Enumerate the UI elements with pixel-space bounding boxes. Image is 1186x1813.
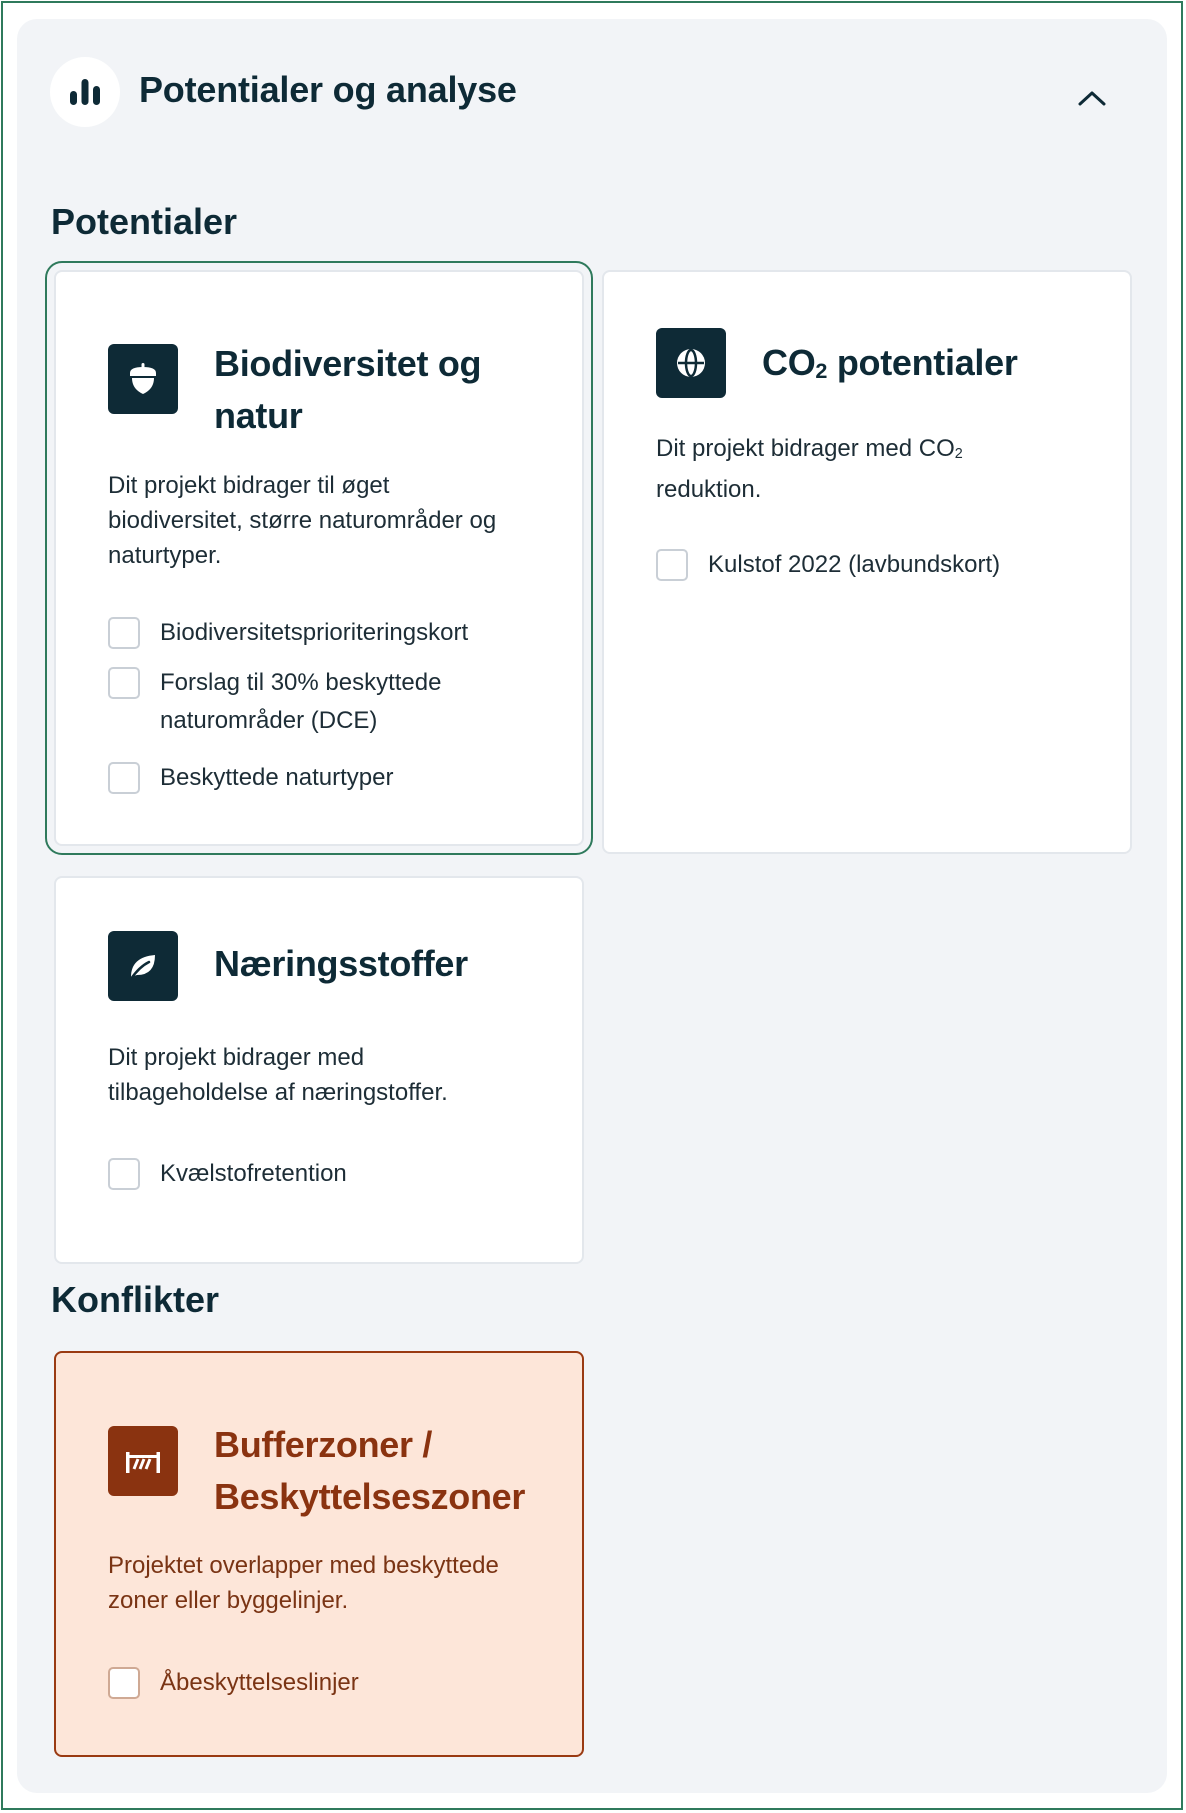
card-title: Biodiversitet og natur	[214, 343, 482, 436]
chevron-up-icon	[1077, 89, 1107, 112]
co2-card[interactable]: CO2 potentialer Dit projekt bidrager med…	[602, 270, 1132, 854]
option-protected-nature-types[interactable]: Beskyttede naturtyper	[108, 762, 393, 797]
option-label: Kulstof 2022 (lavbundskort)	[708, 551, 1001, 578]
option-label: Biodiversitetsprioriteringskort	[160, 619, 469, 646]
card-description: Projektet overlapper med beskyttede zone…	[108, 1552, 499, 1614]
option-label: Forslag til 30% beskyttede naturområder …	[160, 669, 442, 734]
checkbox[interactable]	[108, 1667, 140, 1699]
checkbox[interactable]	[108, 667, 140, 699]
collapse-button[interactable]	[1072, 85, 1112, 115]
section-title-potentials: Potentialer	[51, 201, 238, 242]
option-carbon-lowland-map[interactable]: Kulstof 2022 (lavbundskort)	[656, 549, 1000, 584]
section-title-conflicts: Konflikter	[51, 1279, 220, 1320]
card-description: Dit projekt bidrager til øget biodiversi…	[108, 472, 497, 569]
option-label: Kvælstofretention	[160, 1160, 347, 1187]
biodiversity-card[interactable]: Biodiversitet og natur Dit projekt bidra…	[45, 261, 593, 855]
option-biodiversity-priority-map[interactable]: Biodiversitetsprioriteringskort	[108, 617, 468, 652]
nutrients-card[interactable]: Næringsstoffer Dit projekt bidrager med …	[54, 876, 584, 1264]
checkbox[interactable]	[108, 762, 140, 794]
card-title: Bufferzoner / Beskyttelseszoner	[214, 1424, 526, 1517]
option-label: Åbeskyttelseslinjer	[160, 1669, 359, 1696]
leaf-icon	[108, 931, 178, 1001]
buffer-zones-card[interactable]: Bufferzoner / Beskyttelseszoner Projekte…	[54, 1351, 584, 1757]
acorn-icon	[108, 344, 178, 414]
checkbox[interactable]	[108, 617, 140, 649]
bar-chart-icon	[50, 57, 120, 127]
potentials-analysis-panel: Potentialer og analyse Potentialer Biodi…	[17, 19, 1167, 1793]
panel-title: Potentialer og analyse	[139, 69, 517, 110]
globe-icon	[656, 328, 726, 398]
checkbox[interactable]	[108, 1158, 140, 1190]
option-protected-nature-30pct[interactable]: Forslag til 30% beskyttede naturområder …	[108, 667, 490, 740]
card-description: Dit projekt bidrager med tilbageholdelse…	[108, 1044, 448, 1106]
panel-header[interactable]: Potentialer og analyse	[17, 19, 1167, 149]
card-title: Næringsstoffer	[214, 943, 468, 984]
option-label: Beskyttede naturtyper	[160, 764, 394, 791]
checkbox[interactable]	[656, 549, 688, 581]
card-title: CO2 potentialer	[762, 342, 1018, 384]
option-nitrogen-retention[interactable]: Kvælstofretention	[108, 1158, 347, 1193]
option-stream-protection-lines[interactable]: Åbeskyttelseslinjer	[108, 1667, 359, 1702]
fence-icon	[108, 1426, 178, 1496]
card-description: Dit projekt bidrager med CO2 reduktion.	[656, 435, 963, 504]
